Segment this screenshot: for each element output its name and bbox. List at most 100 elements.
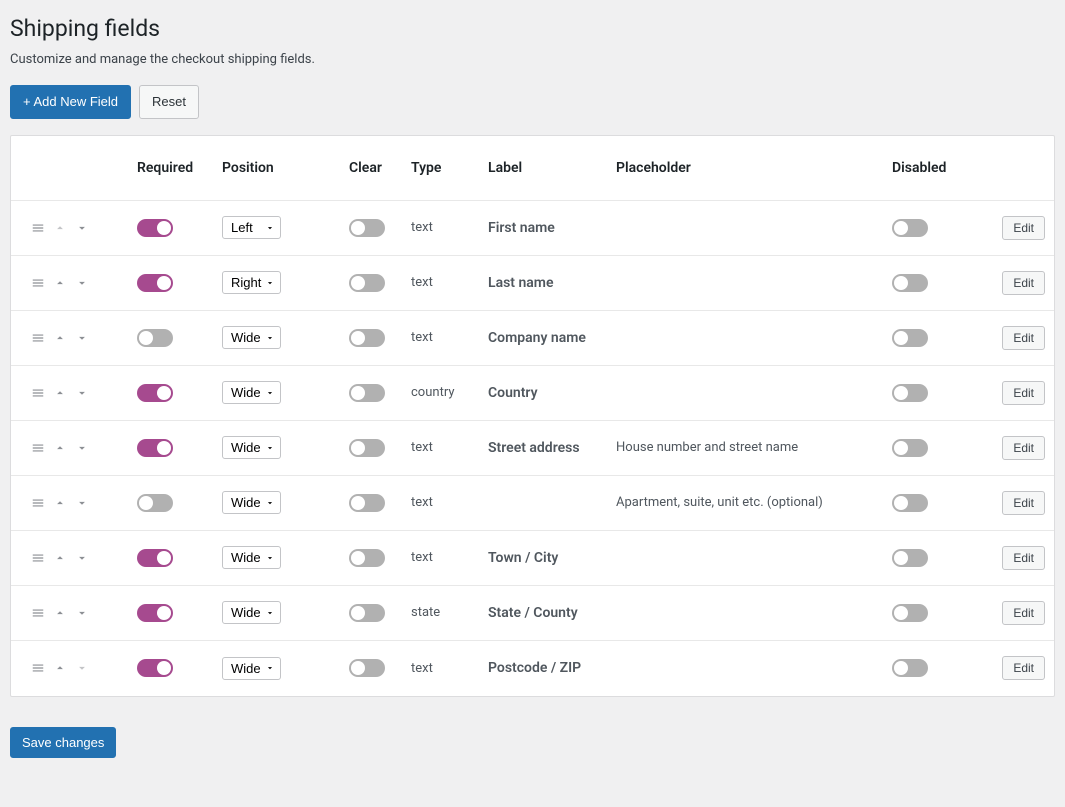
table-row: LeftRightWide text Street address House … (11, 421, 1054, 476)
clear-toggle[interactable] (349, 604, 385, 622)
drag-handle-icon[interactable] (31, 276, 45, 290)
disabled-toggle[interactable] (892, 549, 928, 567)
required-toggle[interactable] (137, 604, 173, 622)
edit-button[interactable]: Edit (1002, 546, 1045, 570)
move-up-icon[interactable] (53, 331, 67, 345)
page-title: Shipping fields (10, 15, 1055, 42)
edit-cell: Edit (968, 371, 1053, 415)
sort-controls (11, 211, 129, 245)
clear-toggle[interactable] (349, 439, 385, 457)
move-down-icon[interactable] (75, 276, 89, 290)
clear-toggle[interactable] (349, 494, 385, 512)
move-down-icon[interactable] (75, 551, 89, 565)
edit-cell: Edit (968, 316, 1053, 360)
clear-cell (341, 374, 403, 412)
edit-button[interactable]: Edit (1002, 326, 1045, 350)
clear-toggle[interactable] (349, 384, 385, 402)
move-up-icon[interactable] (53, 661, 67, 675)
disabled-toggle[interactable] (892, 604, 928, 622)
move-down-icon[interactable] (75, 386, 89, 400)
drag-handle-icon[interactable] (31, 661, 45, 675)
clear-toggle[interactable] (349, 329, 385, 347)
move-up-icon[interactable] (53, 386, 67, 400)
drag-handle-icon[interactable] (31, 331, 45, 345)
label-cell: Last name (480, 265, 608, 301)
drag-handle-icon[interactable] (31, 441, 45, 455)
position-select[interactable]: LeftRightWide (222, 216, 281, 239)
col-position: Position (214, 148, 341, 188)
required-toggle[interactable] (137, 494, 173, 512)
col-sort (11, 156, 129, 180)
disabled-toggle[interactable] (892, 384, 928, 402)
move-up-icon[interactable] (53, 606, 67, 620)
position-select[interactable]: LeftRightWide (222, 546, 281, 569)
move-down-icon[interactable] (75, 441, 89, 455)
placeholder-cell (608, 548, 884, 568)
add-new-field-button[interactable]: + Add New Field (10, 85, 131, 119)
sort-controls (11, 376, 129, 410)
col-required: Required (129, 148, 214, 188)
drag-handle-icon[interactable] (31, 551, 45, 565)
move-up-icon[interactable] (53, 496, 67, 510)
disabled-toggle[interactable] (892, 494, 928, 512)
disabled-toggle[interactable] (892, 329, 928, 347)
disabled-toggle[interactable] (892, 659, 928, 677)
move-down-icon[interactable] (75, 331, 89, 345)
clear-toggle[interactable] (349, 219, 385, 237)
type-cell: text (403, 210, 480, 245)
placeholder-cell (608, 658, 884, 678)
required-toggle[interactable] (137, 659, 173, 677)
table-row: LeftRightWide text Town / City Edit (11, 531, 1054, 586)
required-cell (129, 594, 214, 632)
disabled-toggle[interactable] (892, 219, 928, 237)
edit-button[interactable]: Edit (1002, 601, 1045, 625)
edit-button[interactable]: Edit (1002, 271, 1045, 295)
placeholder-cell: House number and street name (608, 430, 884, 465)
move-up-icon[interactable] (53, 551, 67, 565)
position-select[interactable]: LeftRightWide (222, 657, 281, 680)
save-changes-button[interactable]: Save changes (10, 727, 116, 758)
position-select[interactable]: LeftRightWide (222, 491, 281, 514)
edit-button[interactable]: Edit (1002, 436, 1045, 460)
disabled-cell (884, 264, 968, 302)
drag-handle-icon[interactable] (31, 496, 45, 510)
type-cell: text (403, 265, 480, 300)
edit-button[interactable]: Edit (1002, 216, 1045, 240)
clear-toggle[interactable] (349, 659, 385, 677)
reset-button[interactable]: Reset (139, 85, 199, 119)
disabled-toggle[interactable] (892, 274, 928, 292)
disabled-cell (884, 374, 968, 412)
move-down-icon[interactable] (75, 606, 89, 620)
move-down-icon[interactable] (75, 221, 89, 235)
required-toggle[interactable] (137, 219, 173, 237)
sort-controls (11, 541, 129, 575)
type-cell: text (403, 540, 480, 575)
move-up-icon[interactable] (53, 276, 67, 290)
label-cell: Town / City (480, 540, 608, 576)
placeholder-cell (608, 273, 884, 293)
position-select[interactable]: LeftRightWide (222, 381, 281, 404)
edit-button[interactable]: Edit (1002, 381, 1045, 405)
clear-toggle[interactable] (349, 549, 385, 567)
position-select[interactable]: LeftRightWide (222, 326, 281, 349)
position-select[interactable]: LeftRightWide (222, 436, 281, 459)
position-select[interactable]: LeftRightWide (222, 271, 281, 294)
required-toggle[interactable] (137, 329, 173, 347)
drag-handle-icon[interactable] (31, 386, 45, 400)
required-toggle[interactable] (137, 274, 173, 292)
edit-button[interactable]: Edit (1002, 656, 1045, 680)
clear-toggle[interactable] (349, 274, 385, 292)
move-up-icon[interactable] (53, 441, 67, 455)
clear-cell (341, 539, 403, 577)
required-toggle[interactable] (137, 549, 173, 567)
position-select[interactable]: LeftRightWide (222, 601, 281, 624)
required-toggle[interactable] (137, 384, 173, 402)
move-down-icon[interactable] (75, 496, 89, 510)
col-label: Label (480, 148, 608, 188)
disabled-toggle[interactable] (892, 439, 928, 457)
required-toggle[interactable] (137, 439, 173, 457)
edit-button[interactable]: Edit (1002, 491, 1045, 515)
required-cell (129, 209, 214, 247)
drag-handle-icon[interactable] (31, 221, 45, 235)
drag-handle-icon[interactable] (31, 606, 45, 620)
